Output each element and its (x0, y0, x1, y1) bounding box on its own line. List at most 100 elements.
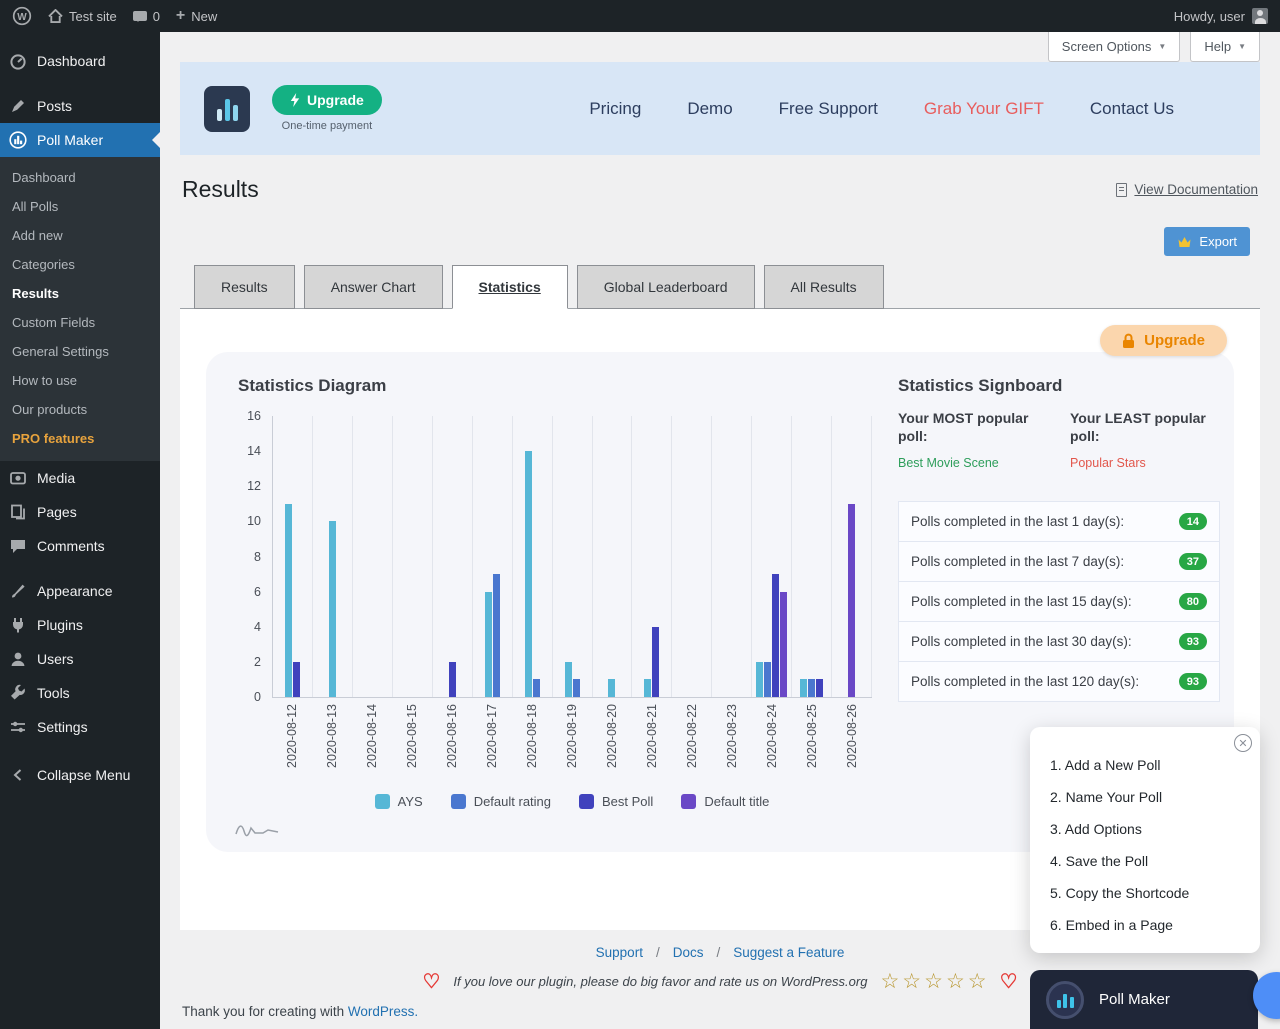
bar-group (448, 416, 456, 697)
chart-column: 2020-08-13 (313, 416, 353, 697)
step-item: 3. Add Options (1044, 813, 1246, 845)
submenu-item-all-polls[interactable]: All Polls (0, 192, 160, 221)
submenu-item-dashboard[interactable]: Dashboard (0, 163, 160, 192)
star-icon[interactable]: ☆ (968, 971, 987, 992)
banner-link-demo[interactable]: Demo (687, 99, 732, 119)
x-tick-label: 2020-08-19 (565, 704, 579, 768)
chart-y-axis: 0246810121416 (237, 416, 265, 697)
bar-best-poll (816, 679, 823, 697)
banner-upgrade-button[interactable]: Upgrade (272, 85, 382, 115)
sidebar-item-appearance[interactable]: Appearance (0, 574, 160, 608)
footer-link-suggest-a-feature[interactable]: Suggest a Feature (733, 945, 844, 960)
submenu-item-add-new[interactable]: Add new (0, 221, 160, 250)
signboard-row-label: Polls completed in the last 30 day(s): (911, 634, 1132, 649)
sidebar-item-pages[interactable]: Pages (0, 495, 160, 529)
sidebar-item-users[interactable]: Users (0, 642, 160, 676)
banner-nav: Pricing Demo Free Support Grab Your GIFT Con… (589, 99, 1236, 119)
bar-ays (565, 662, 572, 697)
x-tick-label: 2020-08-14 (365, 704, 379, 768)
submenu-item-categories[interactable]: Categories (0, 250, 160, 279)
admin-bar-comments[interactable]: 0 (133, 9, 160, 24)
banner-link-free-support[interactable]: Free Support (779, 99, 878, 119)
star-icon[interactable]: ☆ (924, 971, 943, 992)
submenu-item-general-settings[interactable]: General Settings (0, 337, 160, 366)
poll-maker-footer-card[interactable]: Poll Maker (1030, 970, 1258, 1029)
footer-link-docs[interactable]: Docs (673, 945, 704, 960)
legend-item-best-poll: Best Poll (579, 794, 653, 809)
chart-column: 2020-08-15 (393, 416, 433, 697)
howdy-label[interactable]: Howdy, user (1174, 9, 1245, 24)
tab-answer-chart[interactable]: Answer Chart (304, 265, 443, 309)
submenu-item-results[interactable]: Results (0, 279, 160, 308)
y-tick-label: 14 (247, 444, 261, 458)
submenu-item-pro-features[interactable]: PRO features (0, 424, 160, 453)
chart-column: 2020-08-17 (473, 416, 513, 697)
tab-results[interactable]: Results (194, 265, 295, 309)
submenu-item-how-to-use[interactable]: How to use (0, 366, 160, 395)
signboard-columns: Your MOST popular poll: Best Movie Scene… (898, 410, 1220, 470)
bar-group (756, 416, 788, 697)
banner-link-contact-us[interactable]: Contact Us (1090, 99, 1174, 119)
admin-bar-new[interactable]: + New (176, 8, 217, 24)
submenu-item-custom-fields[interactable]: Custom Fields (0, 308, 160, 337)
chart-column: 2020-08-16 (433, 416, 473, 697)
help-button[interactable]: Help ▼ (1190, 32, 1260, 62)
logo-bar (233, 105, 238, 121)
sidebar-item-label: Comments (37, 538, 105, 554)
thank-you-text: Thank you for creating with (182, 1004, 348, 1019)
x-tick-label: 2020-08-20 (605, 704, 619, 768)
user-avatar[interactable] (1252, 8, 1268, 24)
sidebar-item-plugins[interactable]: Plugins (0, 608, 160, 642)
sidebar-item-posts[interactable]: Posts (0, 89, 160, 123)
export-button[interactable]: Export (1164, 227, 1250, 256)
signboard-row-label: Polls completed in the last 15 day(s): (911, 594, 1132, 609)
sidebar-item-comments[interactable]: Comments (0, 529, 160, 563)
legend-swatch (375, 794, 390, 809)
signboard-row: Polls completed in the last 15 day(s):80 (898, 581, 1220, 622)
legend-item-ays: AYS (375, 794, 423, 809)
screen-options-button[interactable]: Screen Options ▼ (1048, 32, 1181, 62)
link-separator: / (716, 945, 720, 960)
sidebar-item-poll-maker[interactable]: Poll Maker (0, 123, 160, 157)
star-icon[interactable]: ☆ (946, 971, 965, 992)
logo-bar (217, 109, 222, 121)
footer-link-support[interactable]: Support (596, 945, 643, 960)
heart-icon: ♡ (1000, 972, 1018, 992)
signboard-row: Polls completed in the last 7 day(s):37 (898, 541, 1220, 582)
comments-icon (8, 537, 28, 555)
wordpress-logo-icon[interactable]: W (12, 6, 32, 26)
sidebar-collapse-menu[interactable]: Collapse Menu (0, 758, 160, 792)
x-tick-label: 2020-08-15 (405, 704, 419, 768)
count-badge: 14 (1179, 513, 1207, 530)
sidebar-item-dashboard[interactable]: Dashboard (0, 44, 160, 78)
bar-ays (285, 504, 292, 697)
tabs: ResultsAnswer ChartStatisticsGlobal Lead… (194, 265, 1260, 309)
legend-label: Default rating (474, 794, 551, 809)
sidebar-item-label: Appearance (37, 583, 113, 599)
view-documentation-label: View Documentation (1134, 182, 1258, 197)
tab-statistics[interactable]: Statistics (452, 265, 568, 309)
sidebar-item-media[interactable]: Media (0, 461, 160, 495)
one-time-payment-label: One-time payment (282, 120, 372, 132)
link-separator: / (656, 945, 660, 960)
star-icon[interactable]: ☆ (880, 971, 899, 992)
view-documentation-link[interactable]: View Documentation (1116, 182, 1258, 197)
lock-icon (1122, 333, 1135, 349)
banner-link-pricing[interactable]: Pricing (589, 99, 641, 119)
page-title: Results (182, 176, 259, 203)
close-icon[interactable]: ✕ (1234, 734, 1252, 752)
banner-link-grab-your-gift[interactable]: Grab Your GIFT (924, 99, 1044, 119)
wordpress-link[interactable]: WordPress. (348, 1004, 418, 1019)
admin-bar-site-name[interactable]: Test site (48, 9, 117, 24)
star-icon[interactable]: ☆ (902, 971, 921, 992)
x-tick-label: 2020-08-12 (285, 704, 299, 768)
panel-upgrade-button[interactable]: Upgrade (1100, 325, 1227, 356)
upgrade-pill-label: Upgrade (1144, 332, 1205, 349)
tab-all-results[interactable]: All Results (764, 265, 884, 309)
new-label: New (191, 9, 217, 24)
tab-global-leaderboard[interactable]: Global Leaderboard (577, 265, 755, 309)
logo-bar (225, 99, 230, 121)
submenu-item-our-products[interactable]: Our products (0, 395, 160, 424)
sidebar-item-tools[interactable]: Tools (0, 676, 160, 710)
sidebar-item-settings[interactable]: Settings (0, 710, 160, 744)
